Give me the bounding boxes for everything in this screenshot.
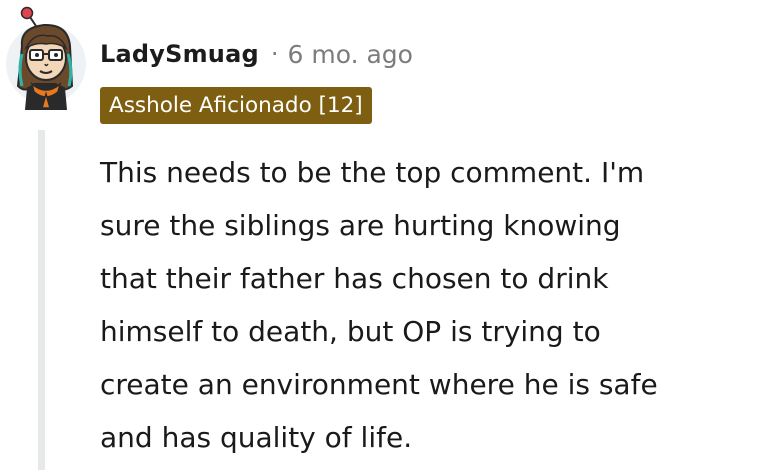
author-username[interactable]: LadySmuag bbox=[100, 40, 259, 68]
cartoon-character-avatar-icon bbox=[6, 6, 86, 111]
comment-timestamp[interactable]: 6 mo. ago bbox=[288, 40, 413, 69]
comment-header: LadySmuag · 6 mo. ago bbox=[100, 34, 413, 74]
user-avatar[interactable] bbox=[2, 6, 88, 111]
comment-body-line: that their father has chosen to drink bbox=[100, 262, 609, 295]
comment-body-line: himself to death, but OP is trying to bbox=[100, 315, 601, 348]
comment-body: This needs to be the top comment. I'm su… bbox=[100, 146, 768, 464]
comment-body-line: This needs to be the top comment. I'm bbox=[100, 156, 645, 189]
comment-body-line: sure the siblings are hurting knowing bbox=[100, 209, 621, 242]
comment-body-line: and has quality of life. bbox=[100, 421, 413, 454]
comment-body-line: create an environment where he is safe bbox=[100, 368, 658, 401]
comment: LadySmuag · 6 mo. ago Asshole Aficionado… bbox=[0, 0, 773, 470]
thread-collapse-line[interactable] bbox=[38, 130, 45, 470]
header-separator: · bbox=[270, 40, 279, 68]
user-flair-badge: Asshole Aficionado [12] bbox=[100, 87, 372, 124]
